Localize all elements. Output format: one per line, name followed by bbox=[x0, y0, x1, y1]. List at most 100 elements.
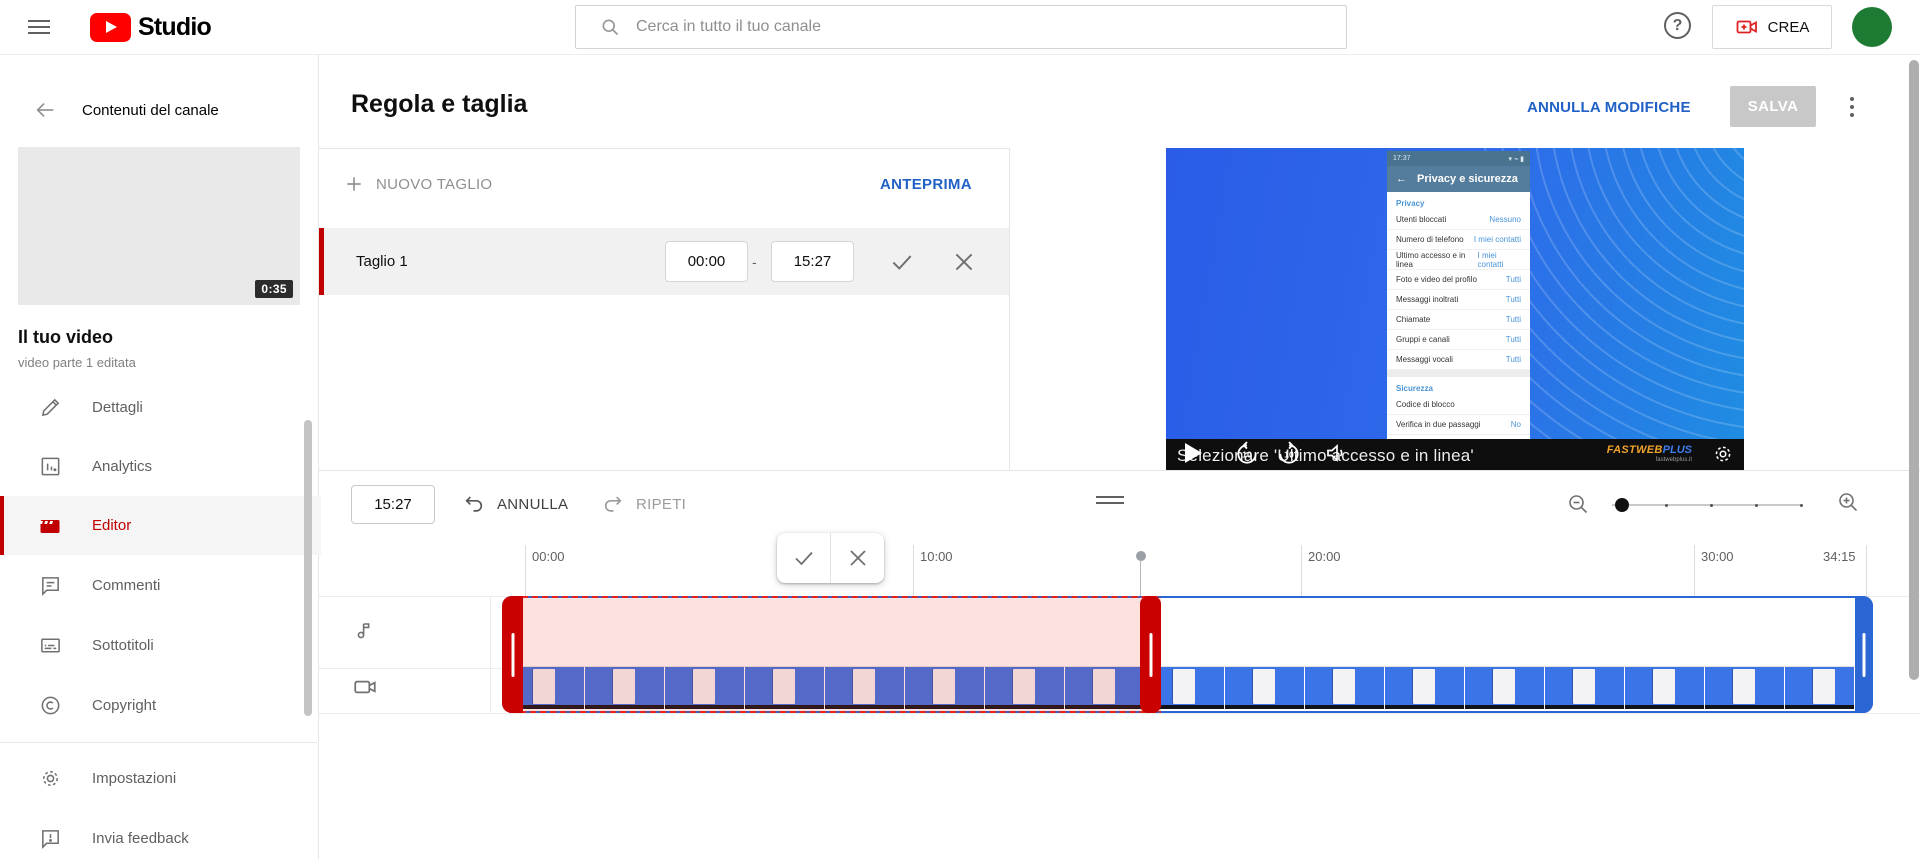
phone-settings-row: Numero di telefonoI miei contatti bbox=[1387, 230, 1530, 250]
feedback-icon bbox=[38, 827, 62, 850]
page-title: Regola e taglia bbox=[351, 90, 527, 119]
phone-settings-row: Ultimo accesso e in lineaI miei contatti bbox=[1387, 250, 1530, 270]
phone-privacy-rows: Utenti bloccatiNessunoNumero di telefono… bbox=[1387, 210, 1530, 370]
plus-icon bbox=[344, 174, 364, 194]
player-settings-icon[interactable] bbox=[1712, 443, 1734, 465]
pencil-icon bbox=[38, 396, 62, 419]
phone-settings-row: Messaggi vocaliTutti bbox=[1387, 350, 1530, 370]
cut-end-input[interactable] bbox=[771, 241, 854, 282]
timeline-zoom-slider[interactable] bbox=[1612, 496, 1802, 512]
more-options-icon[interactable] bbox=[1840, 92, 1864, 122]
help-icon[interactable]: ? bbox=[1664, 12, 1691, 39]
confirm-cut-icon[interactable] bbox=[889, 249, 915, 275]
filmstrip-thumb bbox=[1225, 667, 1304, 709]
sidebar-item-dettagli[interactable]: Dettagli bbox=[0, 378, 317, 437]
top-bar: Studio ? CREA bbox=[0, 0, 1920, 55]
account-avatar[interactable] bbox=[1852, 7, 1892, 47]
zoom-slider-thumb[interactable] bbox=[1615, 498, 1629, 512]
videocam-plus-icon bbox=[1735, 15, 1759, 39]
redo-button[interactable]: RIPETI bbox=[602, 493, 686, 515]
analytics-icon bbox=[38, 455, 62, 478]
phone-settings-row: Messaggi inoltratiTutti bbox=[1387, 290, 1530, 310]
cut-selection-region[interactable] bbox=[502, 596, 1161, 713]
clip-end-handle[interactable] bbox=[1855, 596, 1873, 713]
timeline-time-input[interactable] bbox=[351, 485, 435, 524]
undo-button[interactable]: ANNULLA bbox=[463, 493, 568, 515]
cut-start-handle[interactable] bbox=[502, 596, 523, 713]
sidebar-item-editor[interactable]: Editor bbox=[0, 496, 321, 555]
phone-back-arrow-icon: ← bbox=[1396, 173, 1407, 185]
comment-icon bbox=[38, 574, 62, 597]
subtitles-icon bbox=[38, 634, 62, 657]
ruler-label: 20:00 bbox=[1308, 549, 1341, 564]
back-to-channel-content[interactable]: Contenuti del canale bbox=[0, 84, 318, 136]
ruler-label: 34:15 bbox=[1823, 549, 1856, 564]
sidebar-item-copyright[interactable]: Copyright bbox=[0, 676, 317, 735]
page-scrollbar[interactable] bbox=[1909, 60, 1919, 680]
sidebar-item-analytics[interactable]: Analytics bbox=[0, 437, 317, 496]
sidebar-item-sottotitoli[interactable]: Sottotitoli bbox=[0, 616, 317, 675]
panel-divider-bottom bbox=[318, 470, 1920, 471]
ruler-tick bbox=[913, 545, 914, 596]
phone-section-privacy: Privacy bbox=[1387, 192, 1530, 210]
sidebar-scrollbar[interactable] bbox=[304, 420, 312, 716]
delete-cut-icon[interactable] bbox=[951, 249, 977, 275]
video-thumbnail: 0:35 bbox=[18, 147, 300, 305]
phone-screenshot: 17:37▾ ⌁ ▮ ←Privacy e sicurezza Privacy … bbox=[1387, 151, 1530, 470]
zoom-out-icon[interactable] bbox=[1566, 492, 1590, 516]
duration-badge: 0:35 bbox=[255, 280, 293, 298]
audio-track-icon[interactable] bbox=[352, 618, 376, 642]
create-label: CREA bbox=[1768, 19, 1810, 36]
video-preview[interactable]: 17:37▾ ⌁ ▮ ←Privacy e sicurezza Privacy … bbox=[1166, 148, 1744, 470]
rewind-10-icon[interactable]: 10 bbox=[1234, 441, 1260, 467]
sidebar-item-invia-feedback[interactable]: Invia feedback bbox=[0, 809, 317, 859]
svg-text:10: 10 bbox=[1242, 449, 1252, 459]
phone-section-security: Sicurezza bbox=[1387, 377, 1530, 395]
panel-resize-handle[interactable] bbox=[1096, 492, 1124, 504]
panel-divider-top bbox=[318, 148, 1009, 149]
video-title: Il tuo video bbox=[18, 327, 113, 348]
redo-icon bbox=[602, 493, 624, 515]
popup-confirm-icon[interactable] bbox=[777, 533, 831, 583]
new-cut-button[interactable]: NUOVO TAGLIO bbox=[344, 160, 492, 208]
watermark: FASTWEBPLUS fastwebplus.it bbox=[1607, 440, 1692, 464]
phone-settings-row: ChiamateTutti bbox=[1387, 310, 1530, 330]
ruler-label: 30:00 bbox=[1701, 549, 1734, 564]
forward-10-icon[interactable]: 10 bbox=[1276, 441, 1302, 467]
search-input[interactable] bbox=[634, 17, 1346, 37]
video-track-icon[interactable] bbox=[352, 674, 378, 700]
menu-icon[interactable] bbox=[28, 16, 50, 38]
cut-range-separator: - bbox=[752, 254, 757, 270]
popup-cancel-icon[interactable] bbox=[831, 533, 884, 583]
volume-icon[interactable] bbox=[1324, 441, 1348, 465]
studio-logo[interactable]: Studio bbox=[90, 12, 211, 42]
phone-settings-header: ←Privacy e sicurezza bbox=[1387, 166, 1530, 192]
ruler-tick bbox=[1301, 545, 1302, 596]
cut-name: Taglio 1 bbox=[356, 253, 408, 270]
sidebar-item-commenti[interactable]: Commenti bbox=[0, 556, 317, 615]
playhead[interactable] bbox=[1136, 551, 1146, 561]
ruler-tick bbox=[525, 545, 526, 596]
back-label: Contenuti del canale bbox=[82, 102, 219, 119]
track-gutter-border bbox=[490, 596, 491, 713]
search-bar[interactable] bbox=[575, 5, 1347, 49]
search-icon bbox=[600, 17, 620, 37]
filmstrip-thumb bbox=[1705, 667, 1784, 709]
create-button[interactable]: CREA bbox=[1712, 5, 1832, 49]
play-icon[interactable] bbox=[1185, 443, 1202, 463]
copyright-icon bbox=[38, 694, 62, 717]
discard-changes-button[interactable]: ANNULLA MODIFICHE bbox=[1527, 99, 1691, 116]
timeline-strip[interactable] bbox=[502, 596, 1873, 713]
phone-settings-row: Utenti bloccatiNessuno bbox=[1387, 210, 1530, 230]
filmstrip-thumb bbox=[1465, 667, 1544, 709]
preview-button[interactable]: ANTEPRIMA bbox=[880, 176, 972, 193]
cut-end-handle[interactable] bbox=[1140, 596, 1161, 713]
panel-divider-vertical bbox=[1009, 148, 1010, 470]
video-subtitle: video parte 1 editata bbox=[18, 355, 136, 370]
cut-start-input[interactable] bbox=[665, 241, 748, 282]
cut-row-taglio-1[interactable]: Taglio 1 - bbox=[318, 228, 1009, 295]
sidebar-item-impostazioni[interactable]: Impostazioni bbox=[0, 749, 317, 808]
save-button[interactable]: SALVA bbox=[1730, 86, 1816, 127]
sidebar-divider bbox=[0, 742, 317, 743]
zoom-in-icon[interactable] bbox=[1836, 490, 1860, 514]
